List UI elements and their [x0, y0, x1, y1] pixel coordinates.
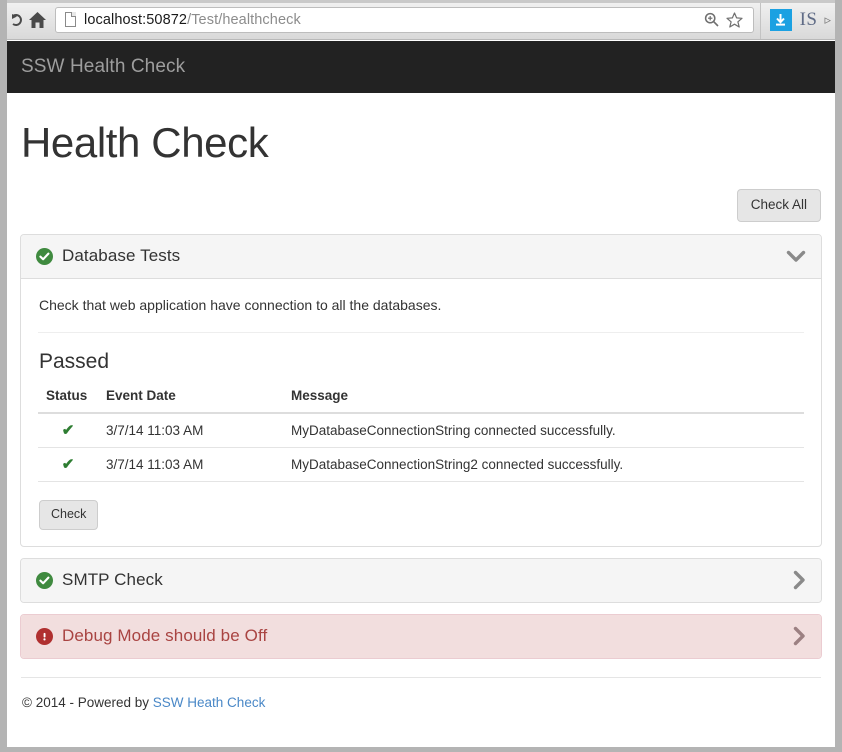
results-table-body: ✔ 3/7/14 11:03 AM MyDatabaseConnectionSt…	[38, 413, 804, 483]
forward-arrow-icon[interactable]	[9, 5, 23, 35]
status-ok-icon	[36, 571, 53, 589]
cell-status: ✔	[38, 447, 98, 483]
table-header-row: Status Event Date Message	[38, 388, 804, 415]
chevron-right-icon[interactable]	[793, 626, 806, 646]
check-mark-icon: ✔	[61, 422, 75, 440]
cell-event-date: 3/7/14 11:03 AM	[98, 413, 283, 449]
star-icon[interactable]	[723, 5, 747, 35]
panel-smtp-check: SMTP Check	[20, 558, 822, 604]
panel-body-database-tests: Check that web application have connecti…	[21, 279, 821, 546]
cell-status: ✔	[38, 413, 98, 449]
url-host: localhost:50872	[84, 11, 188, 28]
site-navbar: SSW Health Check	[7, 41, 835, 93]
panel-debug-mode: Debug Mode should be Off	[20, 614, 822, 660]
url-bar[interactable]: localhost:50872/Test/healthcheck	[55, 5, 754, 35]
page-footer: © 2014 - Powered by SSW Heath Check	[21, 677, 821, 710]
footer-copyright: © 2014 - Powered by	[22, 695, 153, 711]
check-button[interactable]: Check	[39, 500, 99, 531]
panel-actions: Check	[39, 500, 804, 531]
browser-window: localhost:50872/Test/healthcheck IS ▹ SS…	[0, 0, 842, 752]
overflow-chevron-icon[interactable]: ▹	[824, 12, 833, 28]
home-icon[interactable]	[23, 5, 51, 35]
browser-toolbar: localhost:50872/Test/healthcheck IS ▹	[7, 0, 835, 40]
cell-message: MyDatabaseConnectionString connected suc…	[283, 413, 804, 449]
browser-extensions-area: IS ▹	[759, 0, 833, 39]
page-actions: Check All	[20, 189, 821, 223]
panel-header-debug-mode[interactable]: Debug Mode should be Off	[21, 615, 821, 659]
panel-title: Debug Mode should be Off	[62, 626, 268, 646]
panel-header-database-tests[interactable]: Database Tests	[21, 235, 821, 280]
page-title: Health Check	[21, 119, 269, 166]
divider	[38, 332, 804, 334]
status-error-icon	[36, 627, 53, 645]
page-viewport: SSW Health Check Health Check Check All …	[7, 41, 835, 747]
extension-label[interactable]: IS	[798, 9, 825, 31]
table-row: ✔ 3/7/14 11:03 AM MyDatabaseConnectionSt…	[38, 413, 804, 449]
check-all-button[interactable]: Check All	[736, 189, 821, 223]
column-header-status: Status	[38, 388, 98, 415]
column-header-message: Message	[283, 388, 804, 415]
cell-message: MyDatabaseConnectionString2 connected su…	[283, 447, 804, 483]
navbar-brand[interactable]: SSW Health Check	[21, 56, 185, 78]
table-row: ✔ 3/7/14 11:03 AM MyDatabaseConnectionSt…	[38, 447, 804, 483]
results-section-title: Passed	[39, 350, 110, 374]
status-ok-icon	[36, 247, 53, 265]
panel-title: Database Tests	[62, 246, 181, 266]
download-icon[interactable]	[769, 8, 792, 31]
footer-link[interactable]: SSW Heath Check	[153, 695, 266, 710]
chevron-right-icon[interactable]	[793, 570, 806, 590]
chevron-down-icon[interactable]	[786, 250, 806, 263]
panel-header-smtp-check[interactable]: SMTP Check	[21, 559, 821, 603]
panel-description: Check that web application have connecti…	[39, 297, 442, 314]
page-icon	[63, 11, 79, 29]
tab-strip-edge	[7, 0, 835, 3]
cell-event-date: 3/7/14 11:03 AM	[98, 447, 283, 483]
page-container: Health Check Check All Database Tests Ch…	[7, 119, 835, 710]
column-header-event-date: Event Date	[98, 388, 283, 415]
url-path: /Test/healthcheck	[187, 11, 301, 28]
check-mark-icon: ✔	[61, 456, 75, 474]
panel-title: SMTP Check	[62, 570, 163, 590]
panel-database-tests: Database Tests Check that web applicatio…	[20, 234, 822, 548]
results-table-head: Status Event Date Message	[38, 388, 804, 415]
url-text: localhost:50872/Test/healthcheck	[84, 12, 301, 28]
zoom-icon[interactable]	[701, 5, 723, 35]
results-table: Status Event Date Message ✔ 3/7/14 11:03…	[38, 388, 804, 483]
